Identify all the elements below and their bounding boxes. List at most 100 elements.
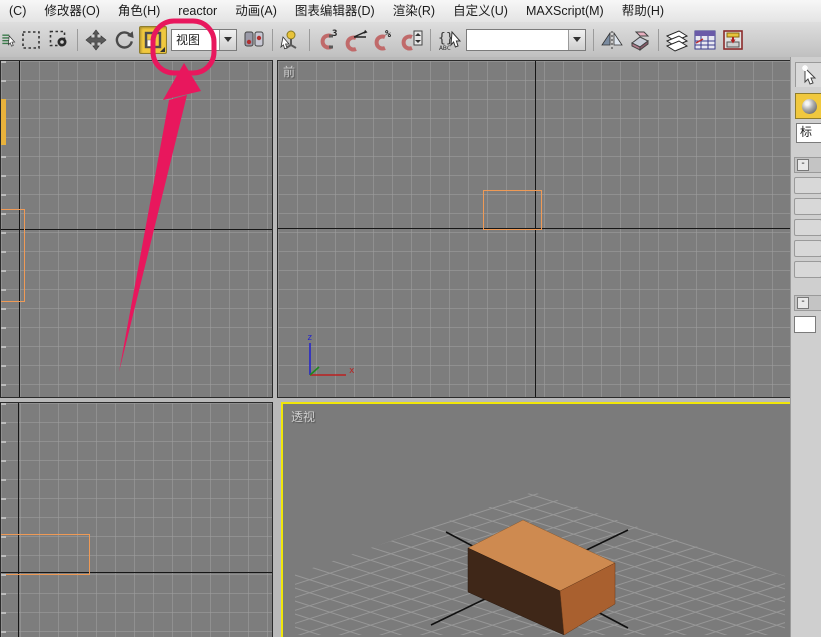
mirror-icon — [600, 29, 624, 51]
menu-reactor[interactable]: reactor — [169, 1, 226, 22]
select-and-rotate-button[interactable] — [111, 27, 137, 53]
snap-3d-magnet-icon: 3 — [316, 28, 340, 52]
create-tab[interactable] — [795, 62, 821, 87]
layers-icon — [664, 28, 690, 52]
select-and-manipulate-button[interactable] — [278, 27, 304, 53]
select-by-name-icon — [1, 29, 16, 51]
svg-text:z: z — [307, 333, 312, 343]
rollout-header[interactable]: - — [794, 157, 821, 173]
scale-icon — [144, 31, 162, 49]
toolbar-separator — [430, 29, 431, 51]
menu-modifiers[interactable]: 修改器(O) — [35, 1, 109, 22]
viewport-front-label: 前 — [283, 63, 295, 80]
primitive-type-value: 标 — [800, 125, 812, 139]
layer-manager-button[interactable] — [664, 27, 690, 53]
toolbar-separator — [272, 29, 273, 51]
toolbar-separator — [593, 29, 594, 51]
toolbar-separator — [658, 29, 659, 51]
name-field[interactable] — [794, 316, 816, 333]
angle-snap-toggle-button[interactable] — [343, 27, 369, 53]
rollout-button[interactable] — [794, 219, 821, 236]
rollout-button[interactable] — [794, 261, 821, 278]
grid-axis-vertical — [18, 403, 19, 637]
name-color-rollout: - — [794, 295, 821, 333]
viewport-perspective-label: 透视 — [291, 408, 315, 425]
percent-snap-magnet-icon: % — [372, 28, 396, 52]
grid-axis-horizontal — [1, 229, 272, 230]
perspective-scene — [283, 404, 788, 635]
schematic-view-button[interactable] — [720, 27, 746, 53]
rollout-button[interactable] — [794, 240, 821, 257]
toolbar-separator — [309, 29, 310, 51]
rotate-icon — [113, 29, 135, 51]
collapse-icon[interactable]: - — [797, 297, 809, 309]
menu-character[interactable]: 角色(H) — [109, 1, 169, 22]
spinner-snap-toggle-button[interactable] — [399, 27, 425, 53]
primitive-type-dropdown[interactable]: 标 — [796, 123, 821, 143]
3dsmax-window: (C) 修改器(O) 角色(H) reactor 动画(A) 图表编辑器(D) … — [0, 0, 821, 637]
curve-editor-button[interactable] — [692, 27, 718, 53]
command-panel: 标 - - — [790, 57, 821, 637]
menu-bar: (C) 修改器(O) 角色(H) reactor 动画(A) 图表编辑器(D) … — [0, 0, 821, 23]
svg-text:3: 3 — [332, 29, 337, 39]
create-tab-icon — [799, 65, 819, 85]
rollout-button[interactable] — [794, 198, 821, 215]
rectangular-selection-region-button[interactable] — [18, 27, 44, 53]
use-center-flyout-button[interactable] — [241, 27, 267, 53]
align-button[interactable] — [627, 27, 653, 53]
menu-rendering[interactable]: 渲染(R) — [384, 1, 444, 22]
viewport-perspective[interactable]: 透视 — [281, 402, 794, 637]
collapse-icon[interactable]: - — [797, 159, 809, 171]
percent-snap-toggle-button[interactable]: % — [371, 27, 397, 53]
manipulate-icon — [280, 29, 302, 51]
object-type-rollout: - — [794, 157, 821, 278]
menu-edit-cut[interactable]: (C) — [0, 1, 35, 22]
svg-text:%: % — [385, 29, 391, 40]
select-and-uniform-scale-button[interactable] — [139, 26, 167, 54]
spinner-snap-magnet-icon — [400, 28, 424, 52]
curve-editor-icon — [693, 29, 717, 51]
window-crossing-icon — [49, 30, 69, 50]
geometry-category-button[interactable] — [795, 93, 821, 119]
menu-customize[interactable]: 自定义(U) — [444, 1, 517, 22]
align-icon — [628, 29, 652, 51]
edit-named-selection-sets-button[interactable]: {} ABC — [436, 27, 462, 53]
menu-maxscript[interactable]: MAXScript(M) — [517, 1, 613, 22]
menu-help[interactable]: 帮助(H) — [613, 1, 673, 22]
angle-snap-magnet-icon — [344, 28, 368, 52]
box-wireframe-front-view[interactable] — [483, 190, 542, 230]
reference-coordinate-system-dropdown[interactable]: 视图 — [171, 29, 237, 51]
toolbar-separator — [77, 29, 78, 51]
dropdown-arrow-button[interactable] — [568, 30, 585, 50]
viewport-left[interactable] — [0, 402, 273, 637]
schematic-view-icon — [721, 29, 745, 51]
named-selection-sets-icon: {} ABC — [436, 28, 462, 52]
window-crossing-toggle-button[interactable] — [46, 27, 72, 53]
select-and-move-button[interactable] — [83, 27, 109, 53]
main-toolbar: 视图 3 — [0, 22, 821, 58]
box-wireframe-left-view[interactable] — [0, 534, 90, 575]
menu-animation[interactable]: 动画(A) — [226, 1, 286, 22]
mirror-button[interactable] — [599, 27, 625, 53]
geometry-sphere-icon — [802, 99, 817, 114]
axis-tripod: z x — [294, 331, 358, 383]
menu-graph-editors[interactable]: 图表编辑器(D) — [286, 1, 384, 22]
move-icon — [85, 29, 107, 51]
viewport-top[interactable] — [0, 60, 273, 398]
cropped-left-edge — [1, 403, 6, 637]
viewport-front[interactable]: 前 z x — [277, 60, 792, 398]
use-center-icon — [243, 29, 265, 51]
select-by-name-button[interactable] — [1, 27, 16, 53]
svg-text:x: x — [349, 366, 355, 376]
rollout-header[interactable]: - — [794, 295, 821, 311]
chevron-down-icon — [573, 37, 581, 42]
svg-text:ABC: ABC — [439, 44, 451, 52]
snap-toggle-3d-button[interactable]: 3 — [315, 27, 341, 53]
dropdown-arrow-button[interactable] — [219, 30, 236, 50]
coord-system-value: 视图 — [172, 31, 219, 48]
box-object[interactable] — [468, 520, 615, 635]
rollout-button[interactable] — [794, 177, 821, 194]
rectangular-selection-icon — [21, 30, 41, 50]
named-selection-sets-dropdown[interactable] — [466, 29, 586, 51]
chevron-down-icon — [224, 37, 232, 42]
